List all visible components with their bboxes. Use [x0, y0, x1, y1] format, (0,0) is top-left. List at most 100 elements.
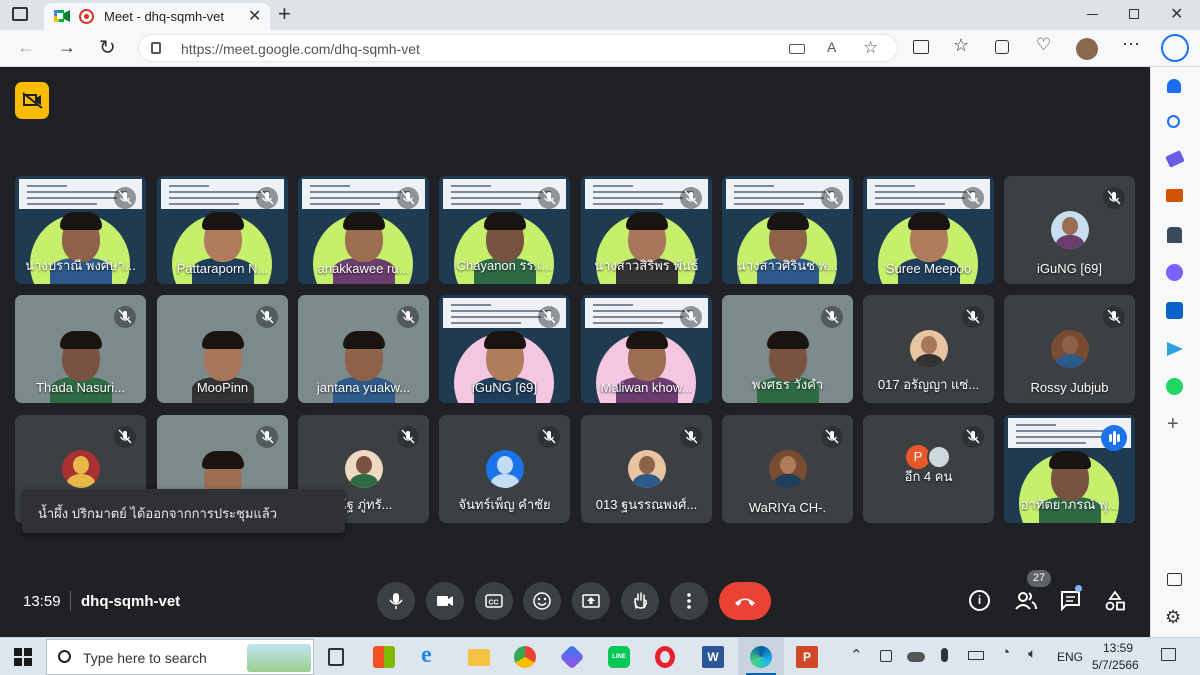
- back-icon[interactable]: ←: [17, 37, 35, 58]
- show-hidden-icons-icon[interactable]: ⌃: [850, 646, 863, 664]
- settings-gear-icon[interactable]: ⚙: [1165, 607, 1181, 628]
- raise-hand-button[interactable]: [621, 582, 659, 620]
- file-explorer-icon[interactable]: [468, 649, 490, 666]
- notification-center-icon[interactable]: [1161, 648, 1176, 661]
- word-icon[interactable]: W: [702, 646, 724, 668]
- more-options-button[interactable]: [670, 582, 708, 620]
- participant-tile[interactable]: jantana yuakw...: [298, 295, 429, 403]
- clock-time[interactable]: 13:59: [1103, 641, 1133, 655]
- participant-tile[interactable]: นางสาวสิริพร พันธ์: [581, 176, 712, 284]
- meet-now-tray-icon[interactable]: [880, 650, 892, 662]
- microphone-tray-icon[interactable]: [941, 648, 948, 662]
- profile-avatar[interactable]: [1076, 38, 1098, 60]
- participant-tile[interactable]: Maliwan khow...: [581, 295, 712, 403]
- participant-tile[interactable]: นางปราณี พงศ์ษา...: [15, 176, 146, 284]
- read-aloud-icon[interactable]: A: [827, 39, 836, 55]
- tools-icon[interactable]: [1166, 189, 1183, 202]
- microsoft-store-icon[interactable]: [373, 646, 395, 668]
- camera-off-indicator-icon[interactable]: [15, 82, 49, 119]
- captions-button[interactable]: CC: [475, 582, 513, 620]
- url-field[interactable]: https://meet.google.com/dhq-sqmh-vet A ☆: [138, 34, 898, 62]
- favorites-icon[interactable]: ☆: [953, 35, 969, 56]
- participant-tile[interactable]: WaRIYa CH-.: [722, 415, 853, 523]
- line-app-icon[interactable]: LINE: [608, 646, 630, 668]
- participant-tile[interactable]: iGuNG [69]: [439, 295, 570, 403]
- wifi-tray-icon[interactable]: ◔: [1001, 644, 1010, 661]
- powerpoint-icon[interactable]: P: [796, 646, 818, 668]
- browser-essentials-icon[interactable]: ♡: [1036, 35, 1051, 55]
- favorite-star-icon[interactable]: ☆: [863, 38, 878, 58]
- participant-tile[interactable]: Thada Nasuri...: [15, 295, 146, 403]
- reactions-button[interactable]: [523, 582, 561, 620]
- muted-mic-icon: [962, 306, 984, 328]
- clock-date[interactable]: 5/7/2566: [1092, 658, 1139, 672]
- tab-close-icon[interactable]: ✕: [248, 6, 261, 26]
- meeting-details-icon[interactable]: i: [969, 590, 990, 611]
- more-menu-icon[interactable]: ⋯: [1122, 34, 1140, 55]
- microphone-button[interactable]: [377, 582, 415, 620]
- maximize-button[interactable]: [1129, 9, 1139, 19]
- participant-tile[interactable]: อาทิตยาภรณ์ พุ...: [1004, 415, 1135, 523]
- onedrive-tray-icon[interactable]: [907, 652, 925, 662]
- chat-icon[interactable]: [1060, 590, 1082, 612]
- edge-icon[interactable]: [750, 646, 772, 668]
- volume-tray-icon[interactable]: 🔈︎: [1028, 645, 1036, 662]
- muted-mic-icon: [821, 187, 843, 209]
- activities-icon[interactable]: [1104, 590, 1126, 612]
- add-sidebar-app-icon[interactable]: +: [1167, 413, 1179, 436]
- battery-tray-icon[interactable]: [968, 651, 984, 660]
- participant-tile[interactable]: จันทร์เพ็ญ คำชัย: [439, 415, 570, 523]
- language-indicator[interactable]: ENG: [1057, 650, 1083, 664]
- task-view-icon[interactable]: [328, 648, 344, 666]
- participant-tile[interactable]: Suree Meepoo: [863, 176, 994, 284]
- reload-icon[interactable]: ↻: [99, 35, 116, 60]
- present-button[interactable]: [572, 582, 610, 620]
- new-tab-button[interactable]: +: [278, 1, 291, 27]
- participant-tile[interactable]: 017 อรัญญา แซ่...: [863, 295, 994, 403]
- camera-button[interactable]: [426, 582, 464, 620]
- forward-icon[interactable]: →: [58, 37, 76, 58]
- participant-tile[interactable]: MooPinn: [157, 295, 288, 403]
- participant-tile[interactable]: นางสาวศิรินช พ...: [722, 176, 853, 284]
- participant-hair: [908, 212, 950, 230]
- games-icon[interactable]: [1167, 227, 1182, 243]
- people-icon[interactable]: [1014, 590, 1038, 612]
- participant-avatar: [344, 450, 383, 488]
- participant-tile[interactable]: Rossy Jubjub: [1004, 295, 1135, 403]
- internet-explorer-icon[interactable]: e: [421, 642, 443, 668]
- minimize-button[interactable]: [1087, 14, 1098, 15]
- sidebar-layout-icon[interactable]: [1167, 573, 1182, 586]
- participant-name: Chayanon รร.เ...: [456, 258, 553, 273]
- outlook-icon[interactable]: [1166, 302, 1183, 319]
- participant-tile[interactable]: Pattaraporn N...: [157, 176, 288, 284]
- participant-tile[interactable]: Chayanon รร.เ...: [439, 176, 570, 284]
- telegram-icon[interactable]: [1167, 342, 1183, 356]
- participant-tile[interactable]: anakkawee ru...: [298, 176, 429, 284]
- sidebar-toggle-icon[interactable]: [12, 7, 28, 21]
- participant-tile[interactable]: พงศธร วังคำ: [722, 295, 853, 403]
- participant-tile[interactable]: iGuNG [69]: [1004, 176, 1135, 284]
- lock-icon[interactable]: [151, 42, 161, 54]
- collections-icon[interactable]: [995, 40, 1009, 54]
- close-window-button[interactable]: ✕: [1170, 4, 1183, 24]
- meet-stage: นางปราณี พงศ์ษา... Pattaraporn N... anakka…: [0, 67, 1150, 637]
- copilot-app-icon[interactable]: [559, 644, 585, 670]
- opera-icon[interactable]: [655, 646, 675, 668]
- taskbar-search-box[interactable]: Type here to search: [46, 639, 314, 675]
- participant-tile[interactable]: 013 ฐนรรณพงศ์...: [581, 415, 712, 523]
- windows-start-icon[interactable]: [14, 648, 32, 666]
- notification-bell-icon[interactable]: [1167, 79, 1181, 93]
- office-icon[interactable]: [1166, 264, 1183, 281]
- chrome-icon[interactable]: [514, 646, 536, 668]
- camera-permission-icon[interactable]: [789, 44, 805, 54]
- bing-icon[interactable]: [1161, 34, 1189, 62]
- spotify-icon[interactable]: [1166, 378, 1183, 395]
- split-screen-icon[interactable]: [913, 40, 929, 54]
- participant-hair: [60, 331, 102, 349]
- leave-call-button[interactable]: [719, 582, 771, 620]
- shopping-tag-icon[interactable]: [1165, 150, 1185, 168]
- browser-tab[interactable]: Meet - dhq-sqmh-vet ✕: [44, 3, 270, 30]
- search-icon[interactable]: [1167, 115, 1180, 128]
- participant-tile[interactable]: P อีก 4 คน: [863, 415, 994, 523]
- muted-mic-icon: [538, 426, 560, 448]
